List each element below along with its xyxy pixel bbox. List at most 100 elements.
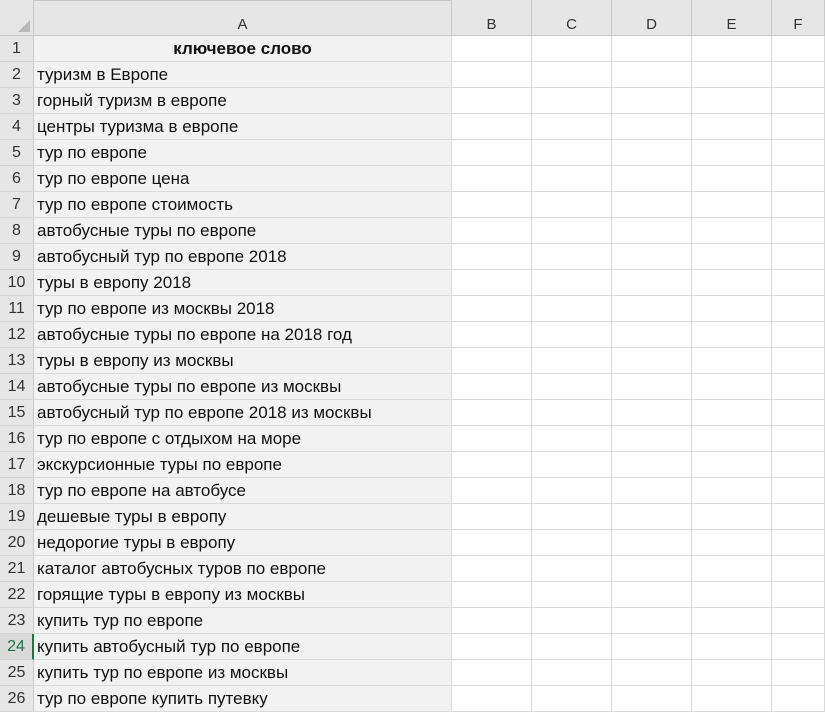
cell-b11[interactable] <box>452 296 532 322</box>
cell-e4[interactable] <box>692 114 772 140</box>
cell-f21[interactable] <box>772 556 825 582</box>
cell-e15[interactable] <box>692 400 772 426</box>
cell-f18[interactable] <box>772 478 825 504</box>
cell-d7[interactable] <box>612 192 692 218</box>
cell-c12[interactable] <box>532 322 612 348</box>
select-all-button[interactable] <box>0 0 34 36</box>
cell-c16[interactable] <box>532 426 612 452</box>
cell-b18[interactable] <box>452 478 532 504</box>
cell-a2[interactable]: туризм в Европе <box>34 62 452 88</box>
row-header-10[interactable]: 10 <box>0 270 34 296</box>
cell-d19[interactable] <box>612 504 692 530</box>
cell-f7[interactable] <box>772 192 825 218</box>
cell-f6[interactable] <box>772 166 825 192</box>
cell-d21[interactable] <box>612 556 692 582</box>
cell-c14[interactable] <box>532 374 612 400</box>
cell-d8[interactable] <box>612 218 692 244</box>
cell-d11[interactable] <box>612 296 692 322</box>
cell-f16[interactable] <box>772 426 825 452</box>
cell-a19[interactable]: дешевые туры в европу <box>34 504 452 530</box>
cell-f3[interactable] <box>772 88 825 114</box>
cell-e3[interactable] <box>692 88 772 114</box>
cell-b20[interactable] <box>452 530 532 556</box>
cell-b3[interactable] <box>452 88 532 114</box>
cell-d20[interactable] <box>612 530 692 556</box>
cell-e20[interactable] <box>692 530 772 556</box>
cell-c23[interactable] <box>532 608 612 634</box>
cell-b9[interactable] <box>452 244 532 270</box>
row-header-6[interactable]: 6 <box>0 166 34 192</box>
cell-f1[interactable] <box>772 36 825 62</box>
cell-d12[interactable] <box>612 322 692 348</box>
cell-a3[interactable]: горный туризм в европе <box>34 88 452 114</box>
column-header-a[interactable]: A <box>34 0 452 36</box>
cell-d9[interactable] <box>612 244 692 270</box>
column-header-d[interactable]: D <box>612 0 692 36</box>
cell-f5[interactable] <box>772 140 825 166</box>
cell-b4[interactable] <box>452 114 532 140</box>
cell-d15[interactable] <box>612 400 692 426</box>
cell-f26[interactable] <box>772 686 825 712</box>
cell-c4[interactable] <box>532 114 612 140</box>
row-header-2[interactable]: 2 <box>0 62 34 88</box>
cell-f2[interactable] <box>772 62 825 88</box>
cell-a11[interactable]: тур по европе из москвы 2018 <box>34 296 452 322</box>
row-header-26[interactable]: 26 <box>0 686 34 712</box>
cell-e21[interactable] <box>692 556 772 582</box>
cell-e18[interactable] <box>692 478 772 504</box>
cell-d5[interactable] <box>612 140 692 166</box>
cell-f24[interactable] <box>772 634 825 660</box>
cell-e16[interactable] <box>692 426 772 452</box>
row-header-24[interactable]: 24 <box>0 634 34 660</box>
cell-a7[interactable]: тур по европе стоимость <box>34 192 452 218</box>
cell-d13[interactable] <box>612 348 692 374</box>
row-header-18[interactable]: 18 <box>0 478 34 504</box>
cell-a1[interactable]: ключевое слово <box>34 36 452 62</box>
cell-e2[interactable] <box>692 62 772 88</box>
column-header-c[interactable]: C <box>532 0 612 36</box>
row-header-16[interactable]: 16 <box>0 426 34 452</box>
cell-a8[interactable]: автобусные туры по европе <box>34 218 452 244</box>
cell-c24[interactable] <box>532 634 612 660</box>
cell-f11[interactable] <box>772 296 825 322</box>
cell-b12[interactable] <box>452 322 532 348</box>
cell-c2[interactable] <box>532 62 612 88</box>
row-header-22[interactable]: 22 <box>0 582 34 608</box>
cell-c5[interactable] <box>532 140 612 166</box>
row-header-17[interactable]: 17 <box>0 452 34 478</box>
row-header-14[interactable]: 14 <box>0 374 34 400</box>
cell-c22[interactable] <box>532 582 612 608</box>
cell-d14[interactable] <box>612 374 692 400</box>
cell-c20[interactable] <box>532 530 612 556</box>
cell-b13[interactable] <box>452 348 532 374</box>
cell-b6[interactable] <box>452 166 532 192</box>
cell-f19[interactable] <box>772 504 825 530</box>
cell-c17[interactable] <box>532 452 612 478</box>
cell-b2[interactable] <box>452 62 532 88</box>
cell-d1[interactable] <box>612 36 692 62</box>
cell-a10[interactable]: туры в европу 2018 <box>34 270 452 296</box>
cell-a21[interactable]: каталог автобусных туров по европе <box>34 556 452 582</box>
cell-a26[interactable]: тур по европе купить путевку <box>34 686 452 712</box>
cell-e8[interactable] <box>692 218 772 244</box>
cell-a16[interactable]: тур по европе с отдыхом на море <box>34 426 452 452</box>
cell-b5[interactable] <box>452 140 532 166</box>
cell-c25[interactable] <box>532 660 612 686</box>
cell-b25[interactable] <box>452 660 532 686</box>
cell-a15[interactable]: автобусный тур по европе 2018 из москвы <box>34 400 452 426</box>
column-header-f[interactable]: F <box>772 0 825 36</box>
cell-d4[interactable] <box>612 114 692 140</box>
cell-e14[interactable] <box>692 374 772 400</box>
cell-f8[interactable] <box>772 218 825 244</box>
cell-b23[interactable] <box>452 608 532 634</box>
cell-f25[interactable] <box>772 660 825 686</box>
cell-e5[interactable] <box>692 140 772 166</box>
cell-a9[interactable]: автобусный тур по европе 2018 <box>34 244 452 270</box>
cell-c15[interactable] <box>532 400 612 426</box>
cell-d6[interactable] <box>612 166 692 192</box>
cell-e7[interactable] <box>692 192 772 218</box>
cell-c6[interactable] <box>532 166 612 192</box>
cell-f15[interactable] <box>772 400 825 426</box>
row-header-12[interactable]: 12 <box>0 322 34 348</box>
row-header-21[interactable]: 21 <box>0 556 34 582</box>
